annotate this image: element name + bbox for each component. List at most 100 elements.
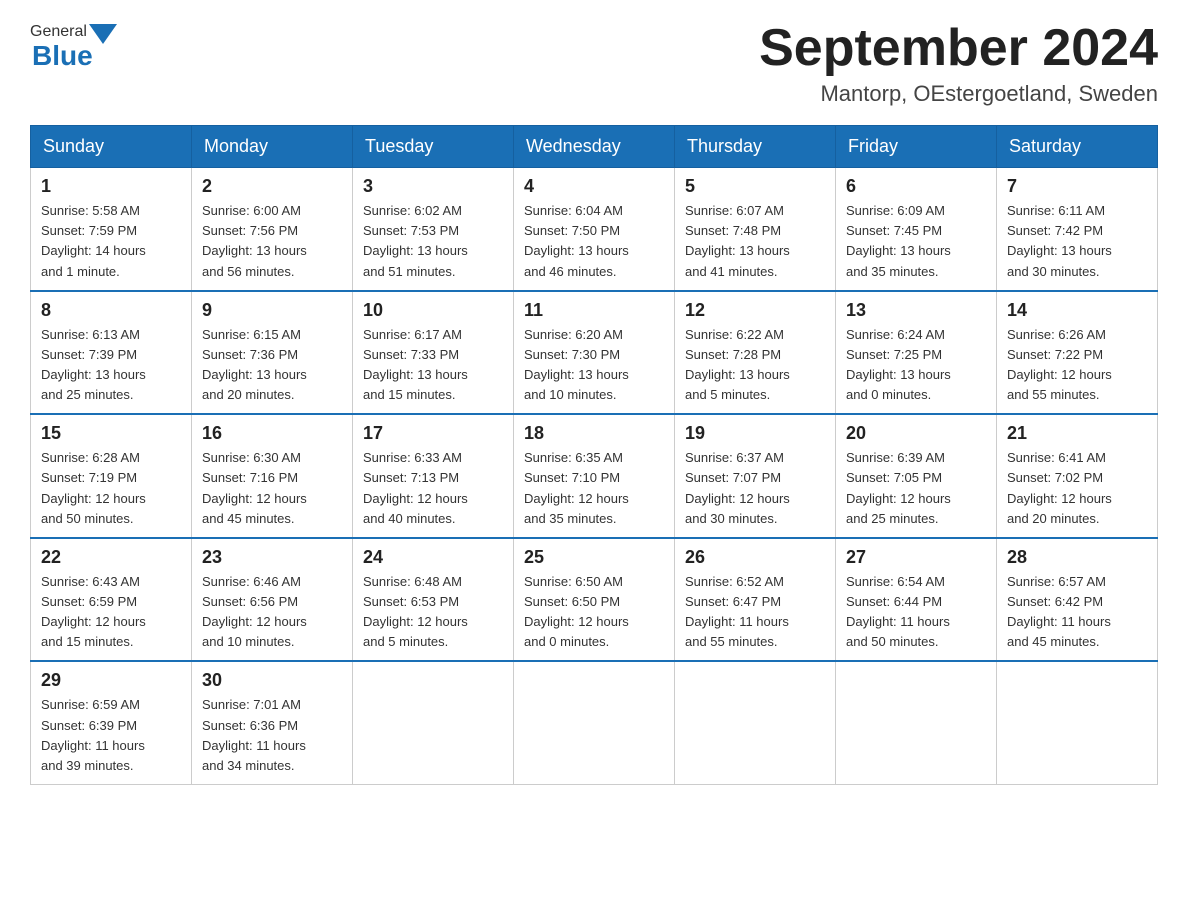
day-info: Sunrise: 6:22 AMSunset: 7:28 PMDaylight:… (685, 325, 825, 406)
calendar-cell (514, 661, 675, 784)
day-info: Sunrise: 6:39 AMSunset: 7:05 PMDaylight:… (846, 448, 986, 529)
calendar-cell (836, 661, 997, 784)
calendar-cell: 2 Sunrise: 6:00 AMSunset: 7:56 PMDaylight… (192, 168, 353, 291)
calendar-cell: 3 Sunrise: 6:02 AMSunset: 7:53 PMDaylight… (353, 168, 514, 291)
day-info: Sunrise: 6:30 AMSunset: 7:16 PMDaylight:… (202, 448, 342, 529)
day-info: Sunrise: 6:41 AMSunset: 7:02 PMDaylight:… (1007, 448, 1147, 529)
day-info: Sunrise: 6:54 AMSunset: 6:44 PMDaylight:… (846, 572, 986, 653)
calendar-cell: 17 Sunrise: 6:33 AMSunset: 7:13 PMDayligh… (353, 414, 514, 538)
calendar-cell: 27 Sunrise: 6:54 AMSunset: 6:44 PMDayligh… (836, 538, 997, 662)
calendar-header-sunday: Sunday (31, 126, 192, 168)
day-info: Sunrise: 6:52 AMSunset: 6:47 PMDaylight:… (685, 572, 825, 653)
day-number: 3 (363, 176, 503, 197)
calendar-cell: 6 Sunrise: 6:09 AMSunset: 7:45 PMDaylight… (836, 168, 997, 291)
calendar-cell (675, 661, 836, 784)
calendar-cell: 10Sunrise: 6:17 AMSunset: 7:33 PMDayligh… (353, 291, 514, 415)
day-info: Sunrise: 6:33 AMSunset: 7:13 PMDaylight:… (363, 448, 503, 529)
calendar-cell: 29 Sunrise: 6:59 AMSunset: 6:39 PMDayligh… (31, 661, 192, 784)
day-number: 21 (1007, 423, 1147, 444)
calendar-week-row: 8 Sunrise: 6:13 AMSunset: 7:39 PMDaylight… (31, 291, 1158, 415)
day-info: Sunrise: 6:11 AMSunset: 7:42 PMDaylight:… (1007, 201, 1147, 282)
day-number: 6 (846, 176, 986, 197)
day-info: Sunrise: 6:50 AMSunset: 6:50 PMDaylight:… (524, 572, 664, 653)
day-number: 15 (41, 423, 181, 444)
logo-general-text: General (30, 23, 87, 41)
day-info: Sunrise: 6:57 AMSunset: 6:42 PMDaylight:… (1007, 572, 1147, 653)
calendar-cell: 23Sunrise: 6:46 AMSunset: 6:56 PMDayligh… (192, 538, 353, 662)
day-number: 24 (363, 547, 503, 568)
day-number: 14 (1007, 300, 1147, 321)
day-info: Sunrise: 6:24 AMSunset: 7:25 PMDaylight:… (846, 325, 986, 406)
calendar-cell: 22Sunrise: 6:43 AMSunset: 6:59 PMDayligh… (31, 538, 192, 662)
day-number: 10 (363, 300, 503, 321)
day-number: 5 (685, 176, 825, 197)
calendar-header-tuesday: Tuesday (353, 126, 514, 168)
day-number: 4 (524, 176, 664, 197)
calendar-header-friday: Friday (836, 126, 997, 168)
calendar-cell: 11 Sunrise: 6:20 AMSunset: 7:30 PMDayligh… (514, 291, 675, 415)
calendar-week-row: 15 Sunrise: 6:28 AMSunset: 7:19 PMDayligh… (31, 414, 1158, 538)
calendar-table: SundayMondayTuesdayWednesdayThursdayFrid… (30, 125, 1158, 785)
day-number: 26 (685, 547, 825, 568)
day-number: 2 (202, 176, 342, 197)
day-number: 28 (1007, 547, 1147, 568)
calendar-cell: 15 Sunrise: 6:28 AMSunset: 7:19 PMDayligh… (31, 414, 192, 538)
calendar-header-saturday: Saturday (997, 126, 1158, 168)
calendar-cell: 4Sunrise: 6:04 AMSunset: 7:50 PMDaylight… (514, 168, 675, 291)
calendar-week-row: 22Sunrise: 6:43 AMSunset: 6:59 PMDayligh… (31, 538, 1158, 662)
day-info: Sunrise: 6:37 AMSunset: 7:07 PMDaylight:… (685, 448, 825, 529)
day-info: Sunrise: 6:28 AMSunset: 7:19 PMDaylight:… (41, 448, 181, 529)
day-number: 27 (846, 547, 986, 568)
day-info: Sunrise: 6:07 AMSunset: 7:48 PMDaylight:… (685, 201, 825, 282)
day-number: 11 (524, 300, 664, 321)
page-header: General Blue September 2024 Mantorp, OEs… (30, 20, 1158, 107)
calendar-cell: 1Sunrise: 5:58 AMSunset: 7:59 PMDaylight… (31, 168, 192, 291)
day-number: 20 (846, 423, 986, 444)
calendar-cell: 9 Sunrise: 6:15 AMSunset: 7:36 PMDaylight… (192, 291, 353, 415)
day-info: Sunrise: 7:01 AMSunset: 6:36 PMDaylight:… (202, 695, 342, 776)
calendar-week-row: 29 Sunrise: 6:59 AMSunset: 6:39 PMDayligh… (31, 661, 1158, 784)
day-info: Sunrise: 6:15 AMSunset: 7:36 PMDaylight:… (202, 325, 342, 406)
day-number: 16 (202, 423, 342, 444)
logo-blue-text: Blue (32, 40, 93, 72)
day-number: 13 (846, 300, 986, 321)
day-info: Sunrise: 6:59 AMSunset: 6:39 PMDaylight:… (41, 695, 181, 776)
calendar-cell: 19 Sunrise: 6:37 AMSunset: 7:07 PMDayligh… (675, 414, 836, 538)
calendar-cell: 16 Sunrise: 6:30 AMSunset: 7:16 PMDayligh… (192, 414, 353, 538)
day-number: 19 (685, 423, 825, 444)
calendar-cell: 24 Sunrise: 6:48 AMSunset: 6:53 PMDayligh… (353, 538, 514, 662)
day-number: 22 (41, 547, 181, 568)
day-info: Sunrise: 6:02 AMSunset: 7:53 PMDaylight:… (363, 201, 503, 282)
day-number: 17 (363, 423, 503, 444)
location-title: Mantorp, OEstergoetland, Sweden (759, 81, 1158, 107)
day-info: Sunrise: 6:13 AMSunset: 7:39 PMDaylight:… (41, 325, 181, 406)
calendar-cell: 5 Sunrise: 6:07 AMSunset: 7:48 PMDaylight… (675, 168, 836, 291)
calendar-cell: 20 Sunrise: 6:39 AMSunset: 7:05 PMDayligh… (836, 414, 997, 538)
day-info: Sunrise: 6:20 AMSunset: 7:30 PMDaylight:… (524, 325, 664, 406)
calendar-week-row: 1Sunrise: 5:58 AMSunset: 7:59 PMDaylight… (31, 168, 1158, 291)
logo: General Blue (30, 20, 119, 72)
calendar-cell: 13 Sunrise: 6:24 AMSunset: 7:25 PMDayligh… (836, 291, 997, 415)
calendar-header-wednesday: Wednesday (514, 126, 675, 168)
calendar-header-monday: Monday (192, 126, 353, 168)
day-info: Sunrise: 6:26 AMSunset: 7:22 PMDaylight:… (1007, 325, 1147, 406)
day-number: 23 (202, 547, 342, 568)
day-info: Sunrise: 5:58 AMSunset: 7:59 PMDaylight:… (41, 201, 181, 282)
day-number: 8 (41, 300, 181, 321)
day-info: Sunrise: 6:09 AMSunset: 7:45 PMDaylight:… (846, 201, 986, 282)
day-info: Sunrise: 6:48 AMSunset: 6:53 PMDaylight:… (363, 572, 503, 653)
day-number: 9 (202, 300, 342, 321)
title-block: September 2024 Mantorp, OEstergoetland, … (759, 20, 1158, 107)
day-info: Sunrise: 6:00 AMSunset: 7:56 PMDaylight:… (202, 201, 342, 282)
day-info: Sunrise: 6:35 AMSunset: 7:10 PMDaylight:… (524, 448, 664, 529)
day-number: 29 (41, 670, 181, 691)
calendar-header-row: SundayMondayTuesdayWednesdayThursdayFrid… (31, 126, 1158, 168)
calendar-cell: 28 Sunrise: 6:57 AMSunset: 6:42 PMDayligh… (997, 538, 1158, 662)
month-title: September 2024 (759, 20, 1158, 77)
calendar-cell: 25Sunrise: 6:50 AMSunset: 6:50 PMDayligh… (514, 538, 675, 662)
day-number: 7 (1007, 176, 1147, 197)
calendar-cell: 18Sunrise: 6:35 AMSunset: 7:10 PMDayligh… (514, 414, 675, 538)
day-number: 30 (202, 670, 342, 691)
calendar-cell (353, 661, 514, 784)
calendar-cell (997, 661, 1158, 784)
